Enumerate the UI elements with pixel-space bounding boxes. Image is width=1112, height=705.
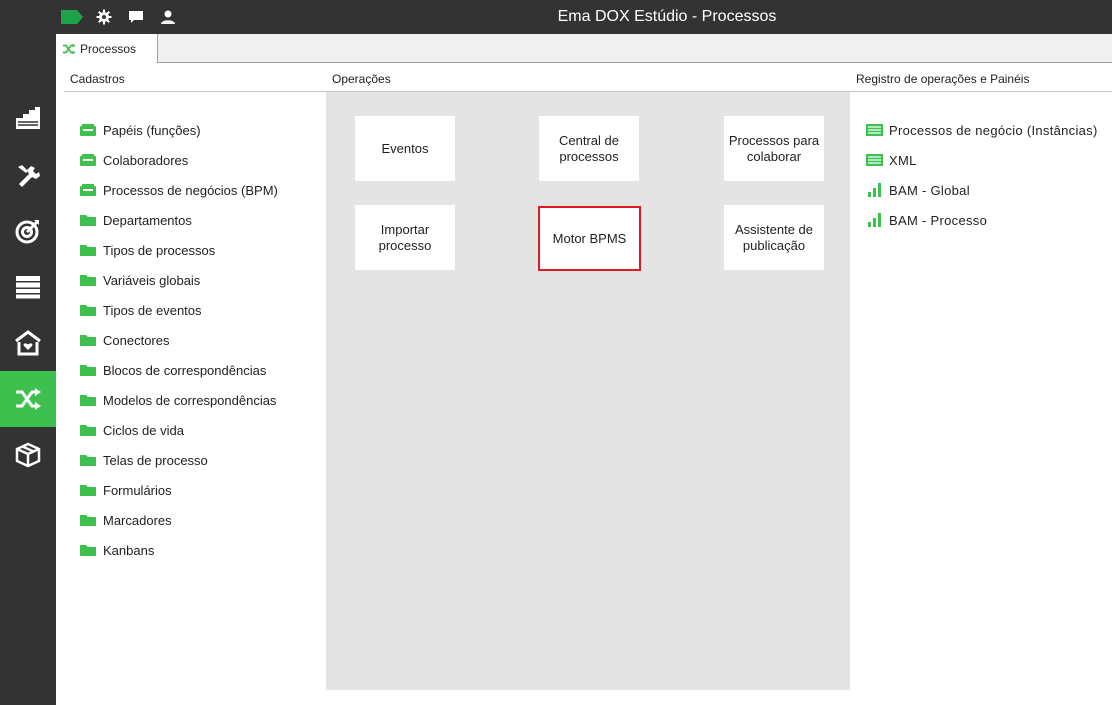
- tab-label: Processos: [80, 41, 137, 56]
- cadastros-item-label: Blocos de correspondências: [103, 362, 267, 378]
- folder-icon: [80, 364, 96, 376]
- cadastros-item-label: Departamentos: [103, 212, 192, 228]
- cadastros-item[interactable]: Conectores: [80, 325, 320, 355]
- op-assistente-publicacao-button[interactable]: Assistente de publicação: [724, 205, 824, 270]
- cadastros-item[interactable]: Blocos de correspondências: [80, 355, 320, 385]
- left-nav: [0, 34, 56, 705]
- cadastros-item[interactable]: Variáveis globais: [80, 265, 320, 295]
- folder-icon: [80, 274, 96, 286]
- cadastros-item[interactable]: Departamentos: [80, 205, 320, 235]
- nav-storage-icon[interactable]: [0, 259, 56, 315]
- cadastros-item[interactable]: Marcadores: [80, 505, 320, 535]
- cadastros-item-label: Formulários: [103, 482, 172, 498]
- section-cadastros-title: Cadastros: [70, 72, 125, 86]
- cadastros-item-label: Colaboradores: [103, 152, 189, 168]
- op-central-processos-button[interactable]: Central de processos: [539, 116, 639, 181]
- registro-item[interactable]: XML: [866, 145, 1106, 175]
- shuffle-icon: [63, 43, 76, 54]
- cadastros-item[interactable]: Formulários: [80, 475, 320, 505]
- storage-icon: [16, 276, 40, 299]
- cadastros-item-label: Conectores: [103, 332, 170, 348]
- cadastros-item[interactable]: Colaboradores: [80, 145, 320, 175]
- section-registro-title: Registro de operações e Painéis: [856, 72, 1030, 86]
- registro-item-label: XML: [889, 152, 917, 168]
- cadastros-item-label: Modelos de correspondências: [103, 392, 277, 408]
- folder-icon: [80, 394, 96, 406]
- folder-icon: [80, 244, 96, 256]
- tools-icon: [18, 165, 40, 187]
- cadastros-item-label: Marcadores: [103, 512, 172, 528]
- tray-icon: [80, 124, 96, 136]
- section-operacoes-title: Operações: [332, 72, 391, 86]
- tray-icon: [80, 184, 96, 196]
- cadastros-item-label: Processos de negócios (BPM): [103, 182, 278, 198]
- cadastros-item-label: Variáveis globais: [103, 272, 201, 288]
- folder-icon: [80, 514, 96, 526]
- window-title: Ema DOX Estúdio - Processos: [557, 8, 777, 25]
- folder-icon: [80, 214, 96, 226]
- cadastros-item[interactable]: Modelos de correspondências: [80, 385, 320, 415]
- bar-chart-icon: [866, 213, 883, 227]
- folder-icon: [80, 544, 96, 556]
- op-importar-processo-button[interactable]: Importar processo: [355, 205, 455, 270]
- stairs-icon: [16, 107, 40, 129]
- cadastros-item[interactable]: Processos de negócios (BPM): [80, 175, 320, 205]
- registro-item-label: BAM - Processo: [889, 212, 988, 228]
- package-icon: [15, 442, 41, 468]
- target-icon: [15, 219, 40, 244]
- registro-item[interactable]: BAM - Global: [866, 175, 1106, 205]
- op-processos-colaborar-button[interactable]: Processos para colaborar: [724, 116, 824, 181]
- cadastros-item[interactable]: Ciclos de vida: [80, 415, 320, 445]
- folder-icon: [80, 304, 96, 316]
- cadastros-item-label: Kanbans: [103, 542, 155, 558]
- nav-tools-icon[interactable]: [0, 147, 56, 203]
- cadastros-item[interactable]: Telas de processo: [80, 445, 320, 475]
- shuffle-icon: [16, 388, 41, 410]
- home-heart-icon: [15, 330, 41, 356]
- cadastros-item-label: Telas de processo: [103, 452, 208, 468]
- cadastros-item[interactable]: Papéis (funções): [80, 115, 320, 145]
- main-content: Processos Cadastros Operações Registro d…: [56, 34, 1112, 705]
- op-eventos-button[interactable]: Eventos: [355, 116, 455, 181]
- registro-list: Processos de negócio (Instâncias) XML BAM …: [866, 115, 1106, 235]
- op-motor-bpms-button[interactable]: Motor BPMS: [538, 206, 641, 271]
- cadastros-item-label: Ciclos de vida: [103, 422, 184, 438]
- title-bar: Ema DOX Estúdio - Processos: [0, 0, 1112, 34]
- list-icon: [866, 153, 883, 167]
- folder-icon: [80, 454, 96, 466]
- registro-item-label: BAM - Global: [889, 182, 970, 198]
- nav-home-heart-icon[interactable]: [0, 315, 56, 371]
- tab-processos[interactable]: Processos: [56, 34, 158, 63]
- bar-chart-icon: [866, 183, 883, 197]
- registro-item[interactable]: Processos de negócio (Instâncias): [866, 115, 1106, 145]
- tray-icon: [80, 154, 96, 166]
- cadastros-item-label: Papéis (funções): [103, 122, 201, 138]
- registro-item-label: Processos de negócio (Instâncias): [889, 122, 1098, 138]
- folder-icon: [80, 334, 96, 346]
- nav-shuffle-icon[interactable]: [0, 371, 56, 427]
- nav-package-icon[interactable]: [0, 427, 56, 483]
- cadastros-list: Papéis (funções) Colaboradores Processos d…: [80, 115, 320, 565]
- tab-strip: Processos: [56, 34, 1112, 63]
- cadastros-item[interactable]: Kanbans: [80, 535, 320, 565]
- nav-target-icon[interactable]: [0, 203, 56, 259]
- cadastros-item-label: Tipos de processos: [103, 242, 216, 258]
- list-icon: [866, 123, 883, 137]
- operacoes-panel: Eventos Central de processos Processos p…: [326, 92, 850, 690]
- folder-icon: [80, 484, 96, 496]
- cadastros-item[interactable]: Tipos de processos: [80, 235, 320, 265]
- cadastros-item[interactable]: Tipos de eventos: [80, 295, 320, 325]
- folder-icon: [80, 424, 96, 436]
- cadastros-item-label: Tipos de eventos: [103, 302, 202, 318]
- registro-item[interactable]: BAM - Processo: [866, 205, 1106, 235]
- nav-stairs-icon[interactable]: [0, 90, 56, 146]
